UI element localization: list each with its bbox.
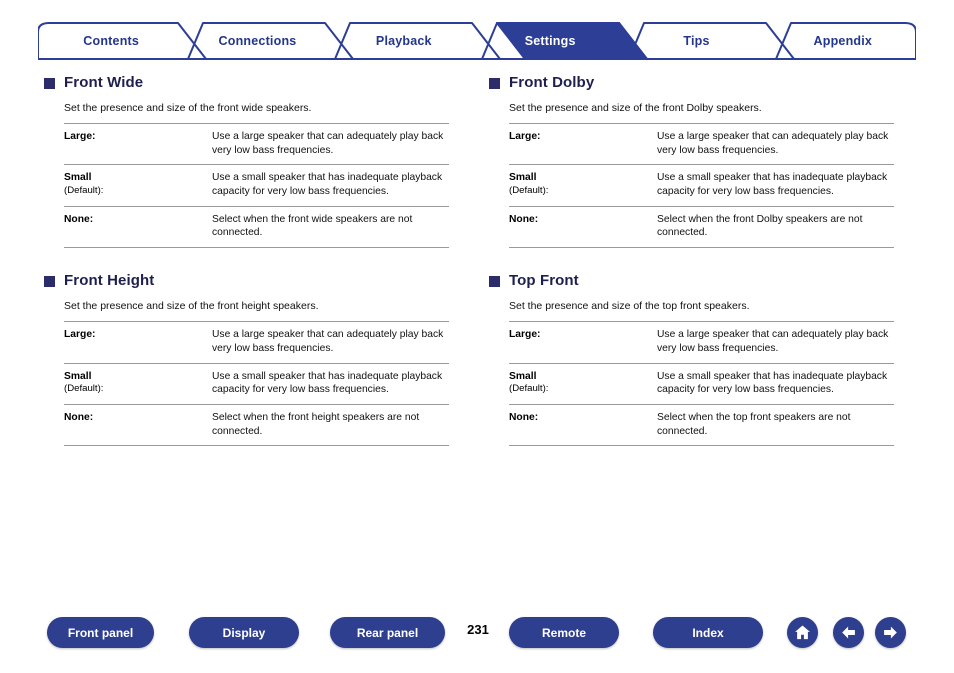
tab-connections[interactable]: Connections — [184, 22, 330, 60]
option-term-default: (Default): — [64, 185, 104, 197]
square-bullet-icon — [489, 276, 500, 288]
table-row: None: Select when the top front speakers… — [509, 404, 894, 446]
table-row: None: Select when the front Dolby speake… — [509, 206, 894, 248]
options-table: Large: Use a large speaker that can adeq… — [509, 321, 894, 446]
section-title: Front Height — [64, 272, 155, 290]
table-row: Large: Use a large speaker that can adeq… — [509, 321, 894, 363]
section-header: Front Height — [44, 272, 454, 289]
section-title: Top Front — [509, 272, 579, 290]
option-term-main: Small — [509, 370, 537, 382]
table-row: Large: Use a large speaker that can adeq… — [64, 321, 449, 363]
option-term: Small (Default): — [64, 165, 212, 206]
tab-label: Appendix — [813, 34, 873, 48]
option-description: Select when the front Dolby speakers are… — [657, 213, 863, 239]
option-description: Select when the top front speakers are n… — [657, 411, 851, 437]
front-panel-button[interactable]: Front panel — [47, 617, 154, 648]
option-term: Large: — [64, 329, 96, 341]
option-term-main: Small — [509, 172, 537, 184]
option-description: Use a large speaker that can adequately … — [212, 329, 444, 354]
tab-settings[interactable]: Settings — [477, 22, 623, 60]
right-column: Front Dolby Set the presence and size of… — [489, 74, 899, 450]
option-term-main: Small — [64, 370, 92, 382]
arrow-left-icon[interactable] — [833, 617, 864, 648]
option-term: None: — [64, 213, 94, 225]
option-term: None: — [509, 213, 539, 225]
option-term: Small (Default): — [64, 363, 212, 404]
section-description: Set the presence and size of the front h… — [64, 300, 319, 313]
option-term-default: (Default): — [509, 383, 549, 395]
section-title: Front Dolby — [509, 74, 595, 91]
option-description: Use a large speaker that can adequately … — [657, 329, 889, 354]
tab-label: Tips — [683, 34, 710, 48]
section-header: Front Wide — [44, 74, 454, 91]
left-column: Front Wide Set the presence and size of … — [44, 74, 454, 450]
tab-tips[interactable]: Tips — [623, 22, 769, 60]
option-term-default: (Default): — [64, 383, 104, 395]
option-term: Large: — [509, 131, 541, 142]
option-description: Use a small speaker that has inadequate … — [212, 370, 443, 396]
table-row: Small (Default): Use a small speaker tha… — [64, 363, 449, 404]
table-row: Small (Default): Use a small speaker tha… — [509, 164, 894, 206]
square-bullet-icon — [44, 276, 55, 288]
table-row: Large: Use a large speaker that can adeq… — [509, 123, 894, 165]
tab-label: Settings — [524, 34, 576, 48]
section-title: Front Wide — [64, 74, 144, 91]
tab-label: Contents — [83, 34, 140, 48]
option-term-default: (Default): — [509, 185, 549, 197]
manual-page: Contents Connections Playback Settings T… — [0, 0, 954, 673]
table-row: Large: Use a large speaker that can adeq… — [64, 123, 449, 165]
page-footer: Front panel Display Rear panel 231 Remot… — [0, 617, 954, 657]
option-description: Select when the front height speakers ar… — [212, 411, 420, 437]
section-front-dolby: Front Dolby Set the presence and size of… — [489, 74, 899, 248]
option-term-main: Small — [64, 172, 92, 184]
option-term: None: — [509, 411, 539, 423]
option-term: None: — [64, 411, 94, 423]
option-description: Use a small speaker that has inadequate … — [657, 172, 888, 198]
page-number: 231 — [467, 622, 489, 637]
option-term: Small (Default): — [509, 165, 657, 206]
option-description: Use a small speaker that has inadequate … — [657, 370, 888, 396]
options-table: Large: Use a large speaker that can adeq… — [64, 321, 449, 446]
option-description: Use a small speaker that has inadequate … — [212, 172, 443, 198]
option-description: Use a large speaker that can adequately … — [212, 131, 444, 156]
tab-contents[interactable]: Contents — [38, 22, 184, 60]
home-icon[interactable] — [787, 617, 818, 648]
square-bullet-icon — [489, 78, 500, 89]
table-row: None: Select when the front height speak… — [64, 404, 449, 446]
table-row: Small (Default): Use a small speaker tha… — [64, 164, 449, 206]
section-description: Set the presence and size of the front w… — [64, 102, 312, 114]
index-button[interactable]: Index — [653, 617, 763, 648]
option-term: Large: — [509, 329, 541, 341]
section-header: Top Front — [489, 272, 899, 289]
options-table: Large: Use a large speaker that can adeq… — [64, 123, 449, 248]
table-row: None: Select when the front wide speaker… — [64, 206, 449, 248]
section-header: Front Dolby — [489, 74, 899, 91]
option-description: Select when the front wide speakers are … — [212, 213, 413, 239]
option-description: Use a large speaker that can adequately … — [657, 131, 889, 156]
display-button[interactable]: Display — [189, 617, 299, 648]
section-top-front: Top Front Set the presence and size of t… — [489, 272, 899, 446]
tab-appendix[interactable]: Appendix — [770, 22, 916, 60]
arrow-right-icon[interactable] — [875, 617, 906, 648]
rear-panel-button[interactable]: Rear panel — [330, 617, 445, 648]
tab-playback[interactable]: Playback — [331, 22, 477, 60]
section-front-height: Front Height Set the presence and size o… — [44, 272, 454, 446]
options-table: Large: Use a large speaker that can adeq… — [509, 123, 894, 248]
option-term: Large: — [64, 131, 96, 142]
section-front-wide: Front Wide Set the presence and size of … — [44, 74, 454, 248]
tab-label: Connections — [218, 34, 297, 48]
tab-bar: Contents Connections Playback Settings T… — [38, 22, 916, 60]
option-term: Small (Default): — [509, 363, 657, 404]
remote-button[interactable]: Remote — [509, 617, 619, 648]
square-bullet-icon — [44, 78, 55, 89]
table-row: Small (Default): Use a small speaker tha… — [509, 363, 894, 404]
section-description: Set the presence and size of the top fro… — [509, 300, 750, 313]
section-description: Set the presence and size of the front D… — [509, 102, 762, 114]
tab-label: Playback — [375, 34, 432, 48]
